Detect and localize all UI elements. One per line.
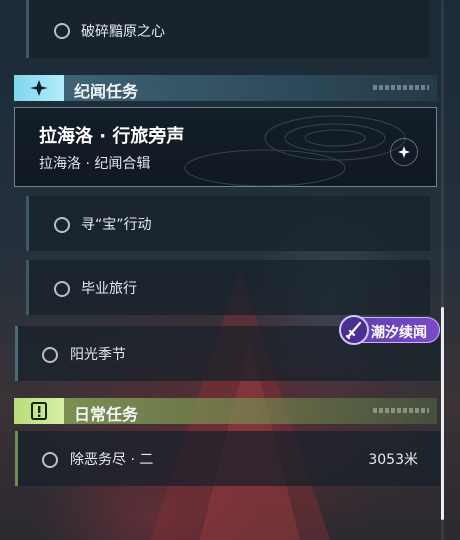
section-decor (373, 408, 429, 413)
quest-item-daily[interactable]: 除恶务尽 · 二 3053米 (15, 431, 440, 486)
quest-status-ring-icon (42, 347, 58, 363)
exclamation-icon (14, 398, 64, 424)
sparkle-star-icon (14, 75, 64, 101)
quest-chain-name: 拉海洛 · 行旅旁声 (39, 126, 185, 147)
scrollbar-thumb[interactable] (441, 307, 444, 520)
quest-item-top[interactable]: 破碎黯原之心 (26, 0, 430, 58)
quest-status-ring-icon (54, 23, 70, 39)
quest-item[interactable]: 寻“宝”行动 (26, 196, 430, 251)
quest-item[interactable]: 毕业旅行 (26, 260, 430, 315)
section-header-story: 纪闻任务 (14, 75, 437, 101)
section-decor (373, 85, 429, 90)
quest-status-ring-icon (42, 452, 58, 468)
quest-item-label: 破碎黯原之心 (81, 24, 165, 40)
star-emblem-icon (390, 138, 418, 166)
quest-item-label: 除恶务尽 · 二 (70, 452, 154, 468)
quest-chain-card[interactable]: 拉海洛 · 行旅旁声 拉海洛 · 纪闻合辑 (14, 107, 437, 187)
quest-item-label: 阳光季节 (70, 347, 126, 363)
quest-status-ring-icon (54, 217, 70, 233)
quest-item-label: 毕业旅行 (81, 281, 137, 297)
tide-sword-icon (339, 315, 369, 345)
section-title: 日常任务 (74, 405, 139, 424)
tide-tag-label: 潮汐续闻 (371, 325, 427, 341)
section-title: 纪闻任务 (74, 82, 139, 101)
quest-chain-subtitle: 拉海洛 · 纪闻合辑 (39, 156, 151, 172)
quest-distance: 3053米 (368, 452, 418, 468)
quest-item-label: 寻“宝”行动 (81, 217, 152, 233)
quest-status-ring-icon (54, 281, 70, 297)
section-header-daily: 日常任务 (14, 398, 437, 424)
tide-continuation-tag[interactable]: 潮汐续闻 (339, 315, 440, 345)
